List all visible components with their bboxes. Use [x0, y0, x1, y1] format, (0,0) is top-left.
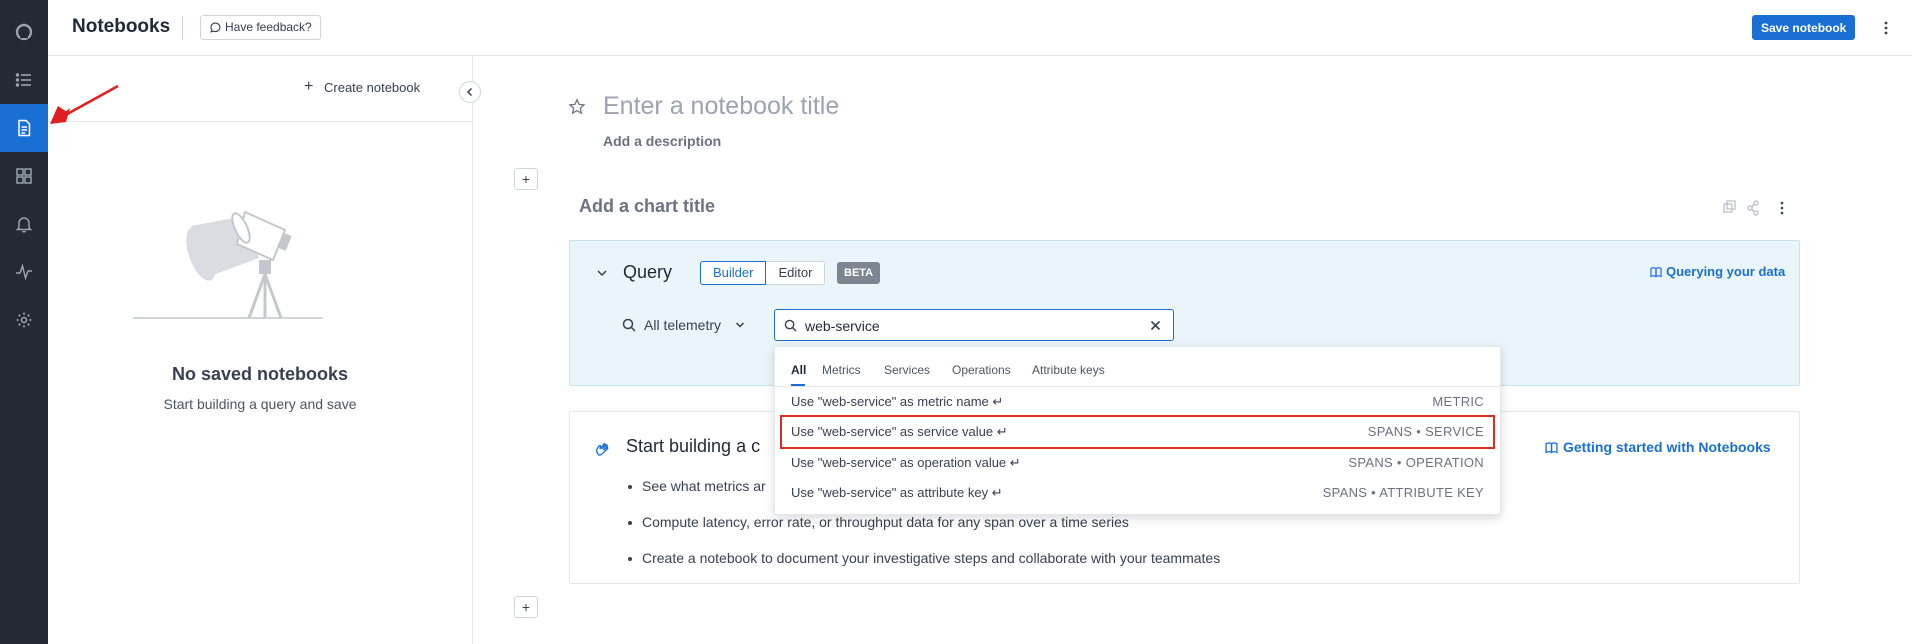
annotation-arrow — [50, 84, 119, 124]
suggestion-type: SPANS • ATTRIBUTE KEY — [1322, 485, 1484, 500]
notebook-sidebar: + Create notebook No saved notebooks Sta… — [48, 56, 473, 644]
editor-mode-button[interactable]: Editor — [766, 261, 826, 285]
notebook-description-input[interactable]: Add a description — [603, 133, 721, 149]
suggestion-type: SPANS • OPERATION — [1348, 455, 1484, 470]
telemetry-scope-label: All telemetry — [644, 317, 722, 333]
left-rail — [0, 0, 48, 644]
create-notebook-button[interactable]: + Create notebook — [304, 78, 421, 95]
active-tab-indicator — [791, 384, 805, 386]
add-cell-button[interactable]: + — [514, 596, 538, 618]
query-mode-toggle: Builder Editor — [700, 261, 826, 285]
empty-state-title: No saved notebooks — [171, 364, 349, 384]
save-notebook-button[interactable]: Save notebook — [1752, 15, 1856, 40]
chart-title-input[interactable]: Add a chart title — [579, 196, 715, 217]
suggestion-item-highlighted[interactable]: Use "web-service" as service value ↵ SPA… — [780, 415, 1495, 449]
book-icon — [1545, 442, 1558, 454]
suggestion-label: Use "web-service" as attribute key ↵ — [791, 485, 1003, 500]
tab-metrics[interactable]: Metrics — [822, 363, 861, 377]
builder-mode-button[interactable]: Builder — [700, 261, 767, 285]
notebook-icon[interactable] — [0, 104, 48, 152]
more-options-icon[interactable] — [1878, 18, 1894, 38]
tab-all[interactable]: All — [791, 363, 806, 377]
pulse-icon[interactable] — [0, 248, 48, 296]
suggestion-item[interactable]: Use "web-service" as attribute key ↵ SPA… — [775, 478, 1500, 508]
chart-more-icon[interactable] — [1780, 201, 1784, 215]
bell-icon[interactable] — [0, 200, 48, 248]
chevron-left-icon — [466, 87, 473, 97]
logo-icon[interactable] — [0, 8, 48, 56]
getting-started-link[interactable]: Getting started with Notebooks — [1545, 439, 1771, 455]
query-search-input[interactable] — [805, 316, 1145, 336]
querying-docs-label: Querying your data — [1666, 264, 1786, 279]
telescope-illustration — [133, 210, 323, 319]
chart-actions — [1723, 200, 1784, 216]
telemetry-scope-select[interactable]: All telemetry — [622, 315, 745, 335]
suggestion-label: Use "web-service" as metric name ↵ — [791, 394, 1004, 409]
suggestion-type: METRIC — [1432, 394, 1484, 409]
search-icon — [784, 319, 797, 332]
querying-docs-link[interactable]: Querying your data — [1650, 264, 1785, 279]
dashboard-grid-icon[interactable] — [0, 152, 48, 200]
notebook-title-input[interactable]: Enter a notebook title — [603, 92, 839, 121]
query-label: Query — [623, 262, 673, 282]
suggestion-tabs: All Metrics Services Operations Attribut… — [775, 347, 1500, 387]
star-icon[interactable] — [568, 98, 586, 116]
title-divider — [182, 16, 183, 40]
chat-bubble-icon — [210, 22, 221, 33]
search-suggestions-dropdown: All Metrics Services Operations Attribut… — [774, 346, 1501, 515]
beta-badge: BETA — [837, 262, 881, 284]
getting-started-link-label: Getting started with Notebooks — [1563, 439, 1771, 455]
getting-started-bullet: See what metrics ar — [628, 478, 766, 494]
query-search-box — [774, 309, 1174, 341]
suggestion-label: Use "web-service" as operation value ↵ — [791, 455, 1021, 470]
chevron-down-icon — [735, 322, 744, 328]
tab-attribute-keys[interactable]: Attribute keys — [1032, 363, 1105, 377]
collapse-sidebar-button[interactable] — [459, 81, 481, 103]
wave-hand-icon — [595, 443, 609, 456]
plus-icon: + — [304, 78, 314, 95]
tab-services[interactable]: Services — [884, 363, 930, 377]
clear-icon[interactable] — [1149, 319, 1162, 332]
duplicate-icon[interactable] — [1723, 200, 1736, 213]
gear-icon[interactable] — [0, 296, 48, 344]
page-title: Notebooks — [72, 16, 171, 37]
tab-operations[interactable]: Operations — [952, 363, 1011, 377]
book-icon — [1650, 267, 1662, 278]
getting-started-bullet: Create a notebook to document your inves… — [627, 550, 1221, 566]
suggestion-label: Use "web-service" as service value ↵ — [791, 424, 1008, 439]
suggestion-item[interactable]: Use "web-service" as metric name ↵ METRI… — [775, 387, 1500, 417]
share-icon[interactable] — [1747, 200, 1759, 216]
suggestion-item[interactable]: Use "web-service" as operation value ↵ S… — [775, 448, 1500, 478]
add-cell-button[interactable]: + — [514, 168, 538, 190]
top-bar: Notebooks Have feedback? Save notebook — [48, 0, 1912, 56]
create-notebook-label: Create notebook — [324, 80, 421, 95]
search-icon — [622, 318, 636, 332]
feedback-label: Have feedback? — [225, 20, 312, 34]
feedback-button[interactable]: Have feedback? — [200, 15, 321, 40]
empty-state-subtitle: Start building a query and save — [163, 396, 357, 412]
getting-started-title: Start building a c — [626, 436, 761, 456]
suggestion-type: SPANS • SERVICE — [1367, 424, 1484, 439]
getting-started-bullet: Compute latency, error rate, or throughp… — [628, 514, 1129, 530]
chevron-down-icon[interactable] — [596, 267, 608, 279]
list-icon[interactable] — [0, 56, 48, 104]
